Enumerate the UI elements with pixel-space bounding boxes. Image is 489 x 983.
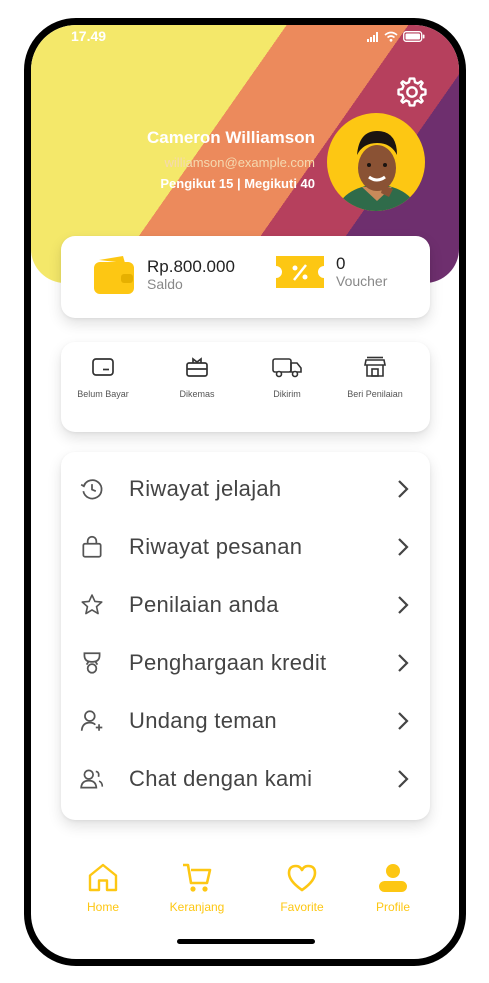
nav-favorite-label: Favorite: [280, 900, 324, 914]
nav-profile-label: Profile: [375, 900, 410, 914]
status-icons: [367, 31, 425, 42]
card-payment-icon: [92, 358, 114, 376]
add-user-icon: [80, 710, 103, 731]
history-icon: [80, 479, 103, 500]
home-icon: [88, 863, 118, 892]
chevron-right-icon: [398, 480, 409, 498]
order-packed[interactable]: Dikemas: [155, 356, 239, 399]
menu-label-invite: Undang teman: [129, 708, 277, 733]
profile-email: williamson@example.com: [164, 155, 315, 170]
chevron-right-icon: [398, 770, 409, 788]
settings-gear-icon[interactable]: [395, 75, 429, 109]
heart-icon: [287, 864, 317, 892]
order-status-card: Belum Bayar Dikemas Dikirim Beri Penilai…: [61, 342, 430, 432]
signal-icon: [367, 31, 378, 42]
follow-stats[interactable]: Pengikut 15 | Megikuti 40: [107, 176, 315, 191]
wifi-icon: [384, 31, 398, 42]
menu-item-history[interactable]: Riwayat jelajah: [61, 460, 430, 518]
nav-favorite[interactable]: Favorite: [262, 863, 342, 914]
order-review[interactable]: Beri Penilaian: [333, 356, 417, 399]
store-icon: [364, 356, 386, 377]
menu-item-ratings[interactable]: Penilaian anda: [61, 576, 430, 634]
wallet-balance[interactable]: Rp.800.000 Saldo: [93, 255, 235, 295]
order-unpaid-label: Belum Bayar: [77, 389, 129, 399]
status-bar: 17.49: [31, 25, 459, 51]
chat-users-icon: [80, 769, 104, 789]
chevron-right-icon: [398, 538, 409, 556]
menu-label-history: Riwayat jelajah: [129, 476, 282, 501]
nav-cart-label: Keranjang: [169, 900, 225, 914]
nav-profile[interactable]: Profile: [353, 863, 433, 914]
order-shipped[interactable]: Dikirim: [245, 356, 329, 399]
menu-label-ratings: Penilaian anda: [129, 592, 279, 617]
star-icon: [81, 594, 103, 615]
order-shipped-label: Dikirim: [273, 389, 301, 399]
menu-label-credit: Penghargaan kredit: [129, 650, 327, 675]
chevron-right-icon: [398, 712, 409, 730]
order-review-label: Beri Penilaian: [347, 389, 403, 399]
nav-home-label: Home: [86, 900, 119, 914]
menu-item-credit[interactable]: Penghargaan kredit: [61, 634, 430, 692]
wallet-icon: [94, 256, 134, 294]
order-packed-label: Dikemas: [179, 389, 215, 399]
trophy-icon: [83, 652, 101, 674]
status-time: 17.49: [71, 28, 107, 44]
wallet-label: Saldo: [147, 276, 183, 292]
voucher-icon: [276, 256, 324, 288]
bottom-navigation: Home Keranjang Favorite Profile: [31, 863, 459, 923]
avatar-portrait-icon: [337, 131, 417, 211]
phone-frame: 17.49 Cameron Williamson williamson@exam…: [24, 18, 466, 966]
chevron-right-icon: [398, 596, 409, 614]
profile-name: Cameron Williamson: [147, 128, 315, 147]
wallet-value: Rp.800.000: [147, 257, 235, 276]
battery-icon: [403, 31, 425, 42]
package-icon: [186, 357, 208, 377]
menu-list: Riwayat jelajah Riwayat pesanan Penilaia…: [61, 452, 430, 820]
avatar[interactable]: [327, 113, 425, 211]
cart-icon: [183, 863, 212, 892]
order-unpaid[interactable]: Belum Bayar: [61, 356, 145, 399]
truck-icon: [272, 358, 302, 378]
profile-icon: [379, 864, 407, 892]
voucher-count[interactable]: 0 Voucher: [276, 255, 387, 289]
voucher-value: 0: [336, 254, 346, 273]
menu-item-orders[interactable]: Riwayat pesanan: [61, 518, 430, 576]
menu-label-chat: Chat dengan kami: [129, 766, 313, 791]
nav-cart[interactable]: Keranjang: [157, 863, 237, 914]
voucher-label: Voucher: [336, 273, 388, 289]
nav-home[interactable]: Home: [63, 863, 143, 914]
shopping-bag-icon: [82, 535, 102, 558]
menu-item-invite[interactable]: Undang teman: [61, 692, 430, 750]
chevron-right-icon: [398, 654, 409, 672]
menu-label-orders: Riwayat pesanan: [129, 534, 303, 559]
balance-card: Rp.800.000 Saldo 0 Voucher: [61, 236, 430, 318]
home-indicator[interactable]: [177, 939, 315, 944]
profile-info: Cameron Williamson williamson@example.co…: [107, 128, 315, 191]
menu-item-chat[interactable]: Chat dengan kami: [61, 750, 430, 808]
